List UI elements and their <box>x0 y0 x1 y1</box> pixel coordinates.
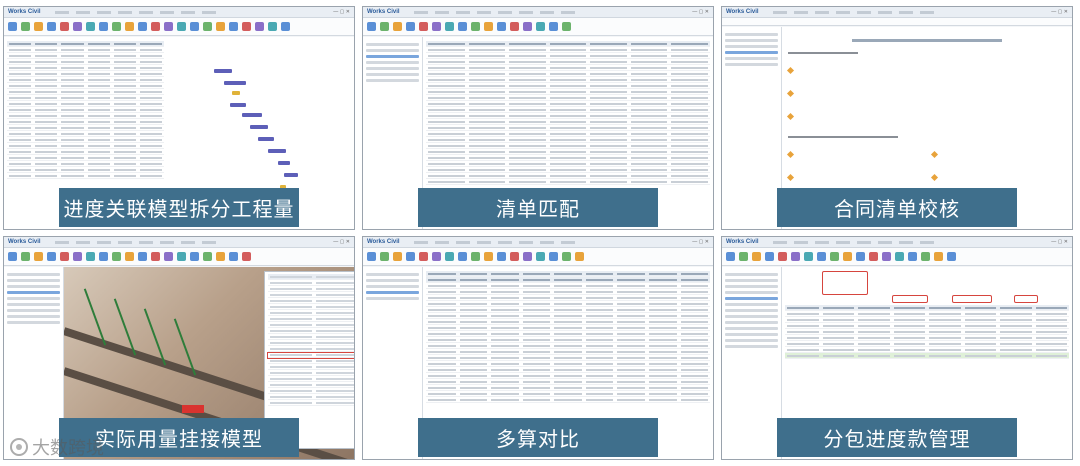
gantt-bar[interactable] <box>242 113 262 117</box>
project-tree[interactable] <box>363 37 423 229</box>
app-logo: Works Civil <box>726 9 759 15</box>
highlighted-property <box>267 352 354 359</box>
title-bar: Works Civil — ▢ ✕ <box>4 7 354 18</box>
gantt-bar[interactable] <box>284 173 298 177</box>
ribbon-toolbar[interactable] <box>4 18 354 36</box>
gantt-bar[interactable] <box>214 69 232 73</box>
app-logo: Works Civil <box>367 239 400 245</box>
period-dropdown[interactable] <box>822 271 868 295</box>
warning-icon <box>786 89 795 98</box>
gantt-bar[interactable] <box>232 91 240 95</box>
watermark-logo-icon <box>10 438 28 456</box>
window-controls[interactable]: — ▢ ✕ <box>1051 239 1068 245</box>
warning-icon <box>786 66 795 75</box>
gantt-bar[interactable] <box>278 161 290 165</box>
ribbon-toolbar[interactable] <box>722 18 1072 26</box>
app-logo: Works Civil <box>726 239 759 245</box>
watermark: 大数跨境 <box>10 434 104 460</box>
gantt-bar[interactable] <box>230 103 246 107</box>
panel-contract-check: Works Civil — ▢ ✕ 合同清单校核 <box>721 6 1073 230</box>
gantt-bar[interactable] <box>268 149 286 153</box>
ribbon-toolbar[interactable] <box>4 248 354 266</box>
gantt-bar[interactable] <box>258 137 274 141</box>
panel-caption: 合同清单校核 <box>777 188 1017 227</box>
ribbon-toolbar[interactable] <box>363 18 713 36</box>
warning-icon <box>930 150 939 159</box>
project-tree[interactable] <box>722 267 782 459</box>
project-tree[interactable] <box>722 27 782 229</box>
warning-icon <box>786 150 795 159</box>
panel-multi-comparison: Works Civil — ▢ ✕ 多算对比 <box>362 236 714 460</box>
project-tree[interactable] <box>363 267 423 459</box>
panel-schedule-quantity: Works Civil — ▢ ✕ 进度关联模型拆分工程量 <box>3 6 355 230</box>
gantt-bar[interactable] <box>224 81 246 85</box>
gantt-chart[interactable] <box>172 51 350 189</box>
column-highlight <box>1014 295 1038 303</box>
project-tree[interactable] <box>4 267 64 459</box>
warning-icon <box>930 173 939 182</box>
panel-list-matching: Works Civil — ▢ ✕ 清单匹配 <box>362 6 714 230</box>
window-controls[interactable]: — ▢ ✕ <box>333 239 350 245</box>
watermark-text: 大数跨境 <box>32 438 104 459</box>
window-controls[interactable]: — ▢ ✕ <box>1051 9 1068 15</box>
menu-bar[interactable] <box>54 10 216 14</box>
warning-icon <box>786 173 795 182</box>
panel-caption: 清单匹配 <box>418 188 658 227</box>
panel-caption: 多算对比 <box>418 418 658 457</box>
total-row[interactable] <box>785 353 1069 359</box>
gantt-bar[interactable] <box>250 125 268 129</box>
window-controls[interactable]: — ▢ ✕ <box>333 9 350 15</box>
panel-caption: 分包进度款管理 <box>777 418 1017 457</box>
column-highlight <box>952 295 992 303</box>
warning-icon <box>786 112 795 121</box>
window-controls[interactable]: — ▢ ✕ <box>692 239 709 245</box>
window-controls[interactable]: — ▢ ✕ <box>692 9 709 15</box>
panel-model-attach: Works Civil — ▢ ✕ 实际用量挂接模型 <box>3 236 355 460</box>
app-logo: Works Civil <box>8 9 41 15</box>
screenshot-grid: Works Civil — ▢ ✕ 进度关联模型拆分工程量 Works Civi… <box>0 0 1080 466</box>
selected-element[interactable] <box>182 405 204 413</box>
panel-subcontract-payment: Works Civil — ▢ ✕ 分包进度款管理 <box>721 236 1073 460</box>
app-logo: Works Civil <box>8 239 41 245</box>
ribbon-toolbar[interactable] <box>722 248 1072 266</box>
panel-caption: 进度关联模型拆分工程量 <box>59 188 299 227</box>
app-logo: Works Civil <box>367 9 400 15</box>
ribbon-toolbar[interactable] <box>363 248 713 266</box>
column-highlight <box>892 295 928 303</box>
